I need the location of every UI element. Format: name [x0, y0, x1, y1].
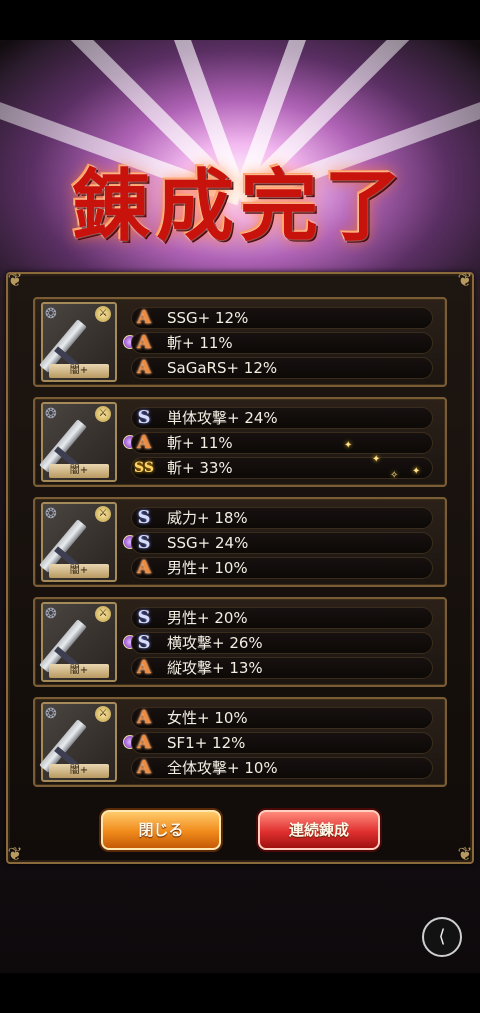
rank-badge: S: [137, 607, 151, 628]
sparkle-icon: ✧: [390, 470, 399, 481]
rank-badge: A: [137, 707, 151, 728]
rank-badge: S: [137, 507, 151, 528]
ability-text: 縦攻撃+ 13%: [167, 659, 263, 677]
rank-badge: A: [137, 332, 151, 353]
chain-icon: ❂: [45, 306, 57, 322]
sword-icon: ⚔: [95, 706, 111, 722]
ability-text: 威力+ 18%: [167, 509, 248, 527]
sword-icon: ⚔: [95, 306, 111, 322]
status-bar: [0, 0, 480, 40]
equipment-card[interactable]: ❂ ⚔ 闇+ A SSG+ 12% A 斬+ 11% A SaGaRS+ 12%: [33, 297, 447, 387]
sword-icon: ⚔: [95, 406, 111, 422]
ability-text: SF1+ 12%: [167, 734, 246, 752]
sword-icon: ⚔: [95, 506, 111, 522]
element-label: 闇+: [49, 564, 109, 578]
element-label: 闇+: [49, 464, 109, 478]
rank-badge: A: [137, 732, 151, 753]
chain-icon: ❂: [45, 406, 57, 422]
weapon-thumbnail: ❂ ⚔ 闇+: [39, 402, 117, 482]
weapon-thumbnail: ❂ ⚔ 闇+: [39, 602, 117, 682]
ability-text: 斬+ 11%: [167, 334, 233, 352]
rank-badge: A: [137, 657, 151, 678]
sparkle-icon: ✦: [372, 454, 381, 465]
ability-text: 斬+ 33%: [167, 459, 233, 477]
ability-text: SaGaRS+ 12%: [167, 359, 278, 377]
ability-text: 横攻撃+ 26%: [167, 634, 263, 652]
rank-badge: SS: [134, 460, 154, 476]
element-label: 闇+: [49, 764, 109, 778]
forge-again-button[interactable]: 連続錬成: [258, 810, 380, 850]
weapon-thumbnail: ❂ ⚔ 闇+: [39, 702, 117, 782]
close-button[interactable]: 閉じる: [101, 810, 221, 850]
rank-badge: A: [137, 757, 151, 778]
navigation-bar: [0, 973, 480, 1013]
equipment-card[interactable]: ❂ ⚔ 闇+ S 単体攻撃+ 24% A 斬+ 11% SS 斬+ 33%: [33, 397, 447, 487]
corner-ornament-icon: ❦: [7, 270, 23, 291]
element-label: 闇+: [49, 664, 109, 678]
sparkle-icon: ✦: [344, 440, 353, 451]
equipment-card[interactable]: ❂ ⚔ 闇+ S 男性+ 20% S 横攻撃+ 26% A 縦攻撃+ 13%: [33, 597, 447, 687]
equipment-card[interactable]: ❂ ⚔ 闇+ S 威力+ 18% S SSG+ 24% A 男性+ 10%: [33, 497, 447, 587]
chain-icon: ❂: [45, 706, 57, 722]
element-label: 闇+: [49, 364, 109, 378]
ability-text: 斬+ 11%: [167, 434, 233, 452]
ability-text: 全体攻撃+ 10%: [167, 759, 278, 777]
rank-badge: A: [137, 432, 151, 453]
rank-badge: S: [137, 632, 151, 653]
ability-text: SSG+ 24%: [167, 534, 249, 552]
ability-text: 男性+ 10%: [167, 559, 248, 577]
ability-text: SSG+ 12%: [167, 309, 249, 327]
rank-badge: A: [137, 307, 151, 328]
rank-badge: A: [137, 557, 151, 578]
chain-icon: ❂: [45, 506, 57, 522]
rank-badge: S: [137, 407, 151, 428]
page-title: 錬成完了: [71, 161, 408, 252]
ability-text: 男性+ 20%: [167, 609, 248, 627]
sparkle-icon: ✦: [412, 466, 421, 477]
corner-ornament-icon: ❦: [457, 270, 473, 291]
ability-text: 単体攻撃+ 24%: [167, 409, 278, 427]
ability-text: 女性+ 10%: [167, 709, 248, 727]
corner-ornament-icon: ❦: [7, 844, 23, 865]
rank-badge: S: [137, 532, 151, 553]
weapon-thumbnail: ❂ ⚔ 闇+: [39, 502, 117, 582]
sword-icon: ⚔: [95, 606, 111, 622]
share-icon[interactable]: ⟨: [422, 917, 462, 957]
weapon-thumbnail: ❂ ⚔ 闇+: [39, 302, 117, 382]
equipment-card[interactable]: ❂ ⚔ 闇+ A 女性+ 10% A SF1+ 12% A 全体攻撃+ 10%: [33, 697, 447, 787]
chain-icon: ❂: [45, 606, 57, 622]
rank-badge: A: [137, 357, 151, 378]
corner-ornament-icon: ❦: [457, 844, 473, 865]
